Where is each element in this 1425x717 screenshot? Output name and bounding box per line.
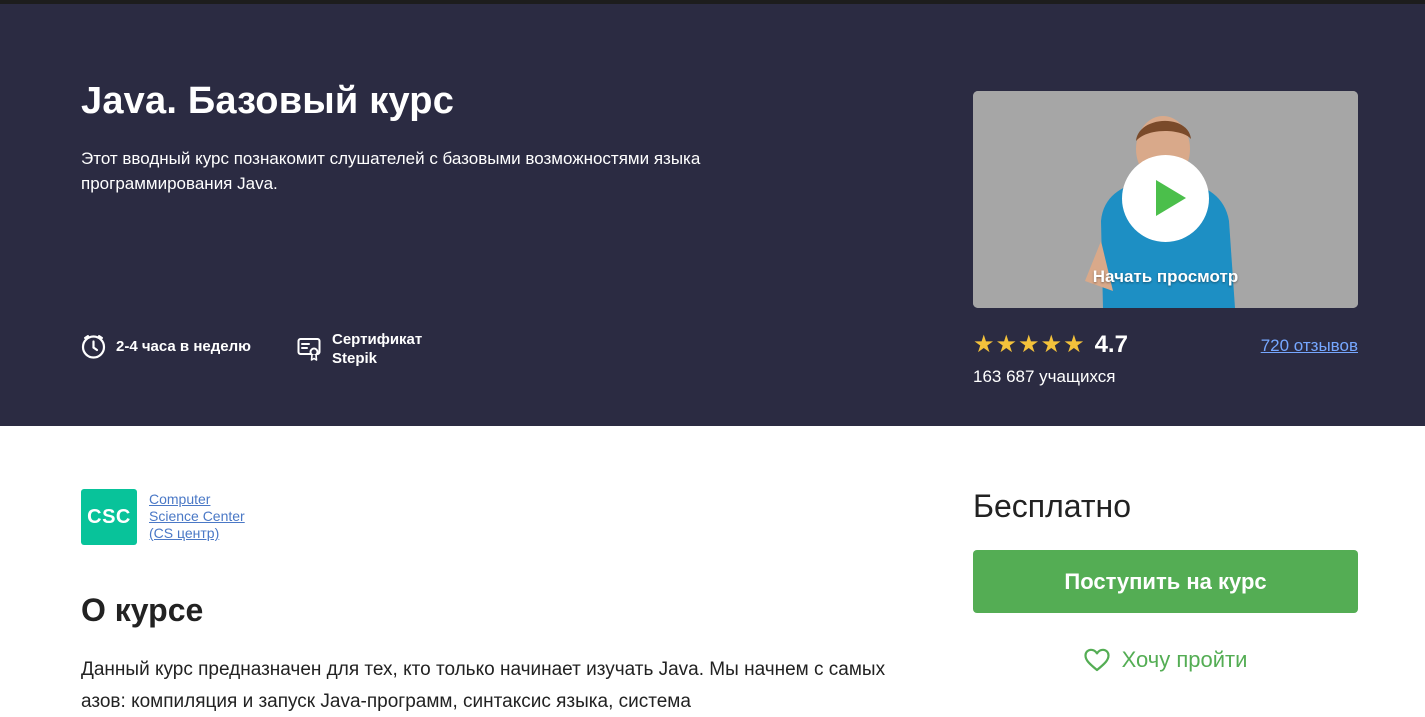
workload-info: 2-4 часа в неделю: [81, 334, 251, 359]
rating-stars: ★ ★ ★ ★ ★: [973, 331, 1085, 359]
certificate-line-1: Сертификат: [332, 331, 423, 348]
clock-icon: [81, 334, 106, 359]
organization-name-line-3: (CS центр): [149, 525, 220, 541]
wishlist-button[interactable]: Хочу пройти: [973, 644, 1358, 676]
heart-icon: [1083, 648, 1110, 672]
play-icon: [1156, 180, 1186, 216]
organization-logo[interactable]: CSC: [81, 489, 137, 545]
certificate-icon: [297, 336, 322, 362]
about-text: Данный курс предназначен для тех, кто то…: [81, 659, 886, 712]
course-title: Java. Базовый курс: [81, 80, 455, 122]
price: Бесплатно: [973, 488, 1132, 524]
star-icon: ★: [1040, 331, 1063, 358]
organization-name-line-1: Computer: [149, 491, 211, 507]
certificate-info: Сертификат Stepik: [297, 330, 422, 368]
play-button[interactable]: [1122, 155, 1209, 242]
workload-text: 2-4 часа в неделю: [116, 338, 251, 355]
organization[interactable]: CSC Computer Science Center (CS центр): [81, 489, 245, 545]
organization-name-link[interactable]: Computer Science Center (CS центр): [149, 491, 245, 542]
star-icon: ★: [1018, 331, 1040, 358]
star-icon: ★: [995, 331, 1018, 358]
enroll-button[interactable]: Поступить на курс: [973, 550, 1358, 613]
course-rating: ★ ★ ★ ★ ★ 4.7: [973, 331, 1128, 359]
certificate-line-2: Stepik: [332, 350, 378, 367]
star-icon: ★: [973, 331, 995, 358]
about-heading: О курсе: [81, 592, 204, 628]
organization-name-line-2: Science Center: [149, 508, 245, 524]
star-icon: ★: [1063, 331, 1085, 358]
course-subtitle: Этот вводный курс познакомит слушателей …: [81, 149, 701, 193]
reviews-link[interactable]: 720 отзывов: [1261, 336, 1358, 356]
video-label: Начать просмотр: [1092, 267, 1239, 286]
wishlist-label: Хочу пройти: [1121, 647, 1248, 672]
learners-count: 163 687 учащихся: [973, 367, 1116, 386]
rating-value: 4.7: [1094, 331, 1128, 358]
